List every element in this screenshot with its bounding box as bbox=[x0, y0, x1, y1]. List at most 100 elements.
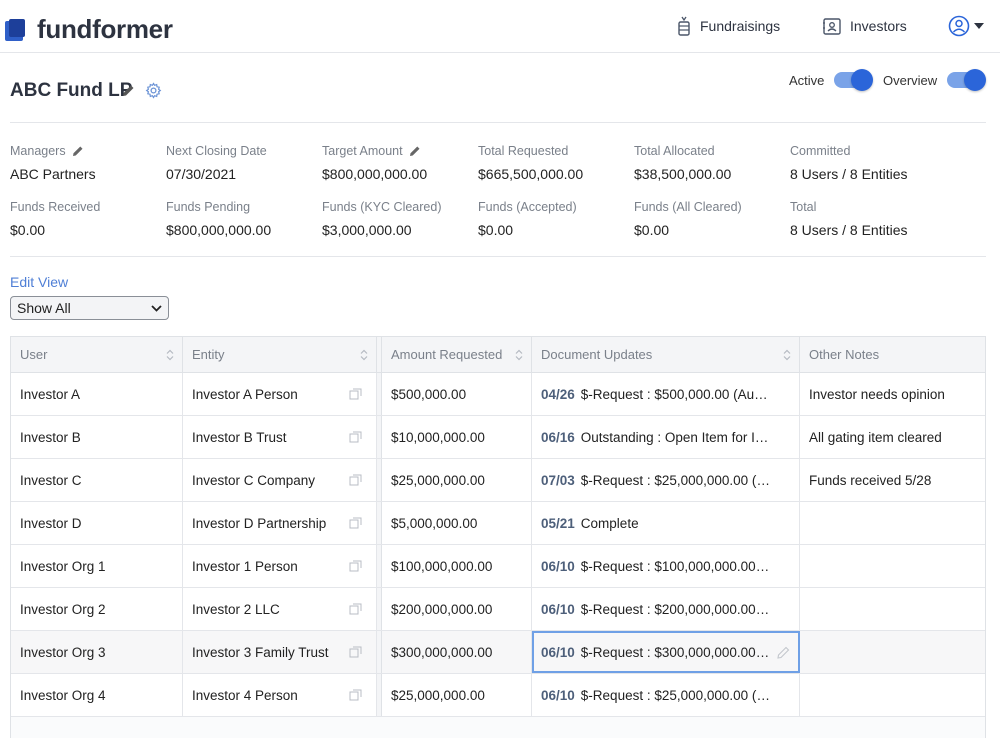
table-row[interactable]: Investor B Investor B Trust $10,000,000.00… bbox=[11, 416, 985, 459]
entity-name: Investor 4 Person bbox=[192, 687, 298, 703]
cell-doc-update[interactable]: 04/26 $-Request : $500,000.00 (Auto... bbox=[532, 373, 800, 415]
sort-icon[interactable] bbox=[166, 349, 174, 361]
nav-fundraisings-label: Fundraisings bbox=[700, 18, 781, 34]
chevron-down-icon bbox=[151, 304, 162, 312]
stat-label-text: Funds Received bbox=[10, 200, 101, 214]
user-name: Investor Org 2 bbox=[20, 601, 106, 617]
settings-gear-icon[interactable] bbox=[145, 82, 162, 99]
sort-icon[interactable] bbox=[783, 349, 791, 361]
stat-value: $3,000,000.00 bbox=[322, 222, 412, 238]
entity-name: Investor C Company bbox=[192, 472, 316, 488]
cell-user[interactable]: Investor Org 1 bbox=[11, 545, 183, 587]
cell-amount[interactable]: $5,000,000.00 bbox=[382, 502, 532, 544]
table-row[interactable]: Investor C Investor C Company $25,000,000.… bbox=[11, 459, 985, 502]
header-amount[interactable]: Amount Requested bbox=[382, 337, 532, 372]
header-doc[interactable]: Document Updates bbox=[532, 337, 800, 372]
open-entity-icon[interactable] bbox=[349, 603, 362, 615]
edit-title-pencil-icon[interactable] bbox=[122, 84, 135, 97]
stat-label: Funds Received bbox=[10, 199, 160, 215]
stat-label: Funds (KYC Cleared) bbox=[322, 199, 472, 215]
cell-entity[interactable]: Investor D Partnership bbox=[183, 502, 377, 544]
table-row[interactable]: Investor Org 4 Investor 4 Person $25,000,0… bbox=[11, 674, 985, 717]
user-menu[interactable] bbox=[948, 15, 992, 37]
cell-user[interactable]: Investor D bbox=[11, 502, 183, 544]
cell-doc-update[interactable]: 06/16 Outstanding : Open Item for In... bbox=[532, 416, 800, 458]
cell-doc-update[interactable]: 05/21 Complete bbox=[532, 502, 800, 544]
doc-date: 05/21 bbox=[541, 515, 575, 531]
header-user[interactable]: User bbox=[11, 337, 183, 372]
cell-entity[interactable]: Investor C Company bbox=[183, 459, 377, 501]
cell-amount[interactable]: $100,000,000.00 bbox=[382, 545, 532, 587]
open-entity-icon[interactable] bbox=[349, 517, 362, 529]
cell-user[interactable]: Investor Org 2 bbox=[11, 588, 183, 630]
doc-text: $-Request : $300,000,000.00 (... bbox=[580, 644, 771, 660]
active-toggle[interactable] bbox=[834, 69, 874, 91]
open-entity-icon[interactable] bbox=[349, 474, 362, 486]
cell-user[interactable]: Investor Org 4 bbox=[11, 674, 183, 716]
edit-pencil-icon[interactable] bbox=[72, 145, 84, 157]
cell-entity[interactable]: Investor B Trust bbox=[183, 416, 377, 458]
stat-value: $800,000,000.00 bbox=[322, 166, 428, 182]
cell-notes[interactable] bbox=[800, 545, 985, 587]
nav-fundraisings[interactable]: Fundraisings bbox=[676, 16, 780, 36]
table-row[interactable]: Investor Org 3 Investor 3 Family Trust $30… bbox=[11, 631, 985, 674]
cell-entity[interactable]: Investor 2 LLC bbox=[183, 588, 377, 630]
cell-amount[interactable]: $25,000,000.00 bbox=[382, 459, 532, 501]
amount-value: $25,000,000.00 bbox=[391, 687, 485, 703]
table-row[interactable]: Investor Org 2 Investor 2 LLC $200,000,000… bbox=[11, 588, 985, 631]
cell-entity[interactable]: Investor 1 Person bbox=[183, 545, 377, 587]
cell-user[interactable]: Investor Org 3 bbox=[11, 631, 183, 673]
nav-investors[interactable]: Investors bbox=[822, 16, 907, 36]
cell-notes[interactable] bbox=[800, 631, 985, 673]
stat-label-text: Total Allocated bbox=[634, 144, 715, 158]
brand-logo[interactable]: fundformer bbox=[5, 14, 173, 45]
cell-user[interactable]: Investor B bbox=[11, 416, 183, 458]
table-row[interactable]: Investor Org 1 Investor 1 Person $100,000,… bbox=[11, 545, 985, 588]
amount-value: $10,000,000.00 bbox=[391, 429, 485, 445]
amount-value: $500,000.00 bbox=[391, 386, 467, 402]
open-entity-icon[interactable] bbox=[349, 560, 362, 572]
cell-entity[interactable]: Investor 4 Person bbox=[183, 674, 377, 716]
stat-label: Next Closing Date bbox=[166, 143, 316, 159]
cell-doc-update[interactable]: 06/10 $-Request : $200,000,000.00 (... bbox=[532, 588, 800, 630]
cell-notes[interactable] bbox=[800, 502, 985, 544]
stat-value: $0.00 bbox=[10, 222, 46, 238]
cell-doc-update[interactable]: 06/10 $-Request : $100,000,000.00 (... bbox=[532, 545, 800, 587]
cell-user[interactable]: Investor C bbox=[11, 459, 183, 501]
sort-icon[interactable] bbox=[360, 349, 368, 361]
cell-notes[interactable] bbox=[800, 674, 985, 716]
cell-amount[interactable]: $500,000.00 bbox=[382, 373, 532, 415]
cell-amount[interactable]: $300,000,000.00 bbox=[382, 631, 532, 673]
overview-toggle[interactable] bbox=[947, 69, 987, 91]
cell-user[interactable]: Investor A bbox=[11, 373, 183, 415]
cell-doc-update[interactable]: 06/10 $-Request : $25,000,000.00 (A... bbox=[532, 674, 800, 716]
open-entity-icon[interactable] bbox=[349, 388, 362, 400]
edit-pencil-icon[interactable] bbox=[409, 145, 421, 157]
view-select[interactable]: Show All bbox=[10, 296, 169, 320]
cell-notes[interactable]: Investor needs opinion bbox=[800, 373, 985, 415]
sort-icon[interactable] bbox=[515, 349, 523, 361]
open-entity-icon[interactable] bbox=[349, 689, 362, 701]
cell-doc-update[interactable]: 07/03 $-Request : $25,000,000.00 (A... bbox=[532, 459, 800, 501]
table-row[interactable]: Investor A Investor A Person $500,000.00 04… bbox=[11, 373, 985, 416]
header-entity[interactable]: Entity bbox=[183, 337, 377, 372]
cell-amount[interactable]: $10,000,000.00 bbox=[382, 416, 532, 458]
cell-notes[interactable]: All gating item cleared bbox=[800, 416, 985, 458]
edit-pencil-icon[interactable] bbox=[777, 646, 790, 659]
entity-name: Investor 1 Person bbox=[192, 558, 298, 574]
cell-entity[interactable]: Investor A Person bbox=[183, 373, 377, 415]
open-entity-icon[interactable] bbox=[349, 646, 362, 658]
edit-view-link[interactable]: Edit View bbox=[10, 274, 68, 290]
stat-value: ABC Partners bbox=[10, 166, 96, 182]
cell-doc-update[interactable]: 06/10 $-Request : $300,000,000.00 (... bbox=[532, 631, 800, 673]
cell-amount[interactable]: $25,000,000.00 bbox=[382, 674, 532, 716]
cell-notes[interactable]: Funds received 5/28 bbox=[800, 459, 985, 501]
header-notes[interactable]: Other Notes bbox=[800, 337, 985, 372]
cell-entity[interactable]: Investor 3 Family Trust bbox=[183, 631, 377, 673]
entity-name: Investor 2 LLC bbox=[192, 601, 280, 617]
cell-notes[interactable] bbox=[800, 588, 985, 630]
cell-amount[interactable]: $200,000,000.00 bbox=[382, 588, 532, 630]
open-entity-icon[interactable] bbox=[349, 431, 362, 443]
entity-name: Investor 3 Family Trust bbox=[192, 644, 329, 660]
table-row[interactable]: Investor D Investor D Partnership $5,000,0… bbox=[11, 502, 985, 545]
